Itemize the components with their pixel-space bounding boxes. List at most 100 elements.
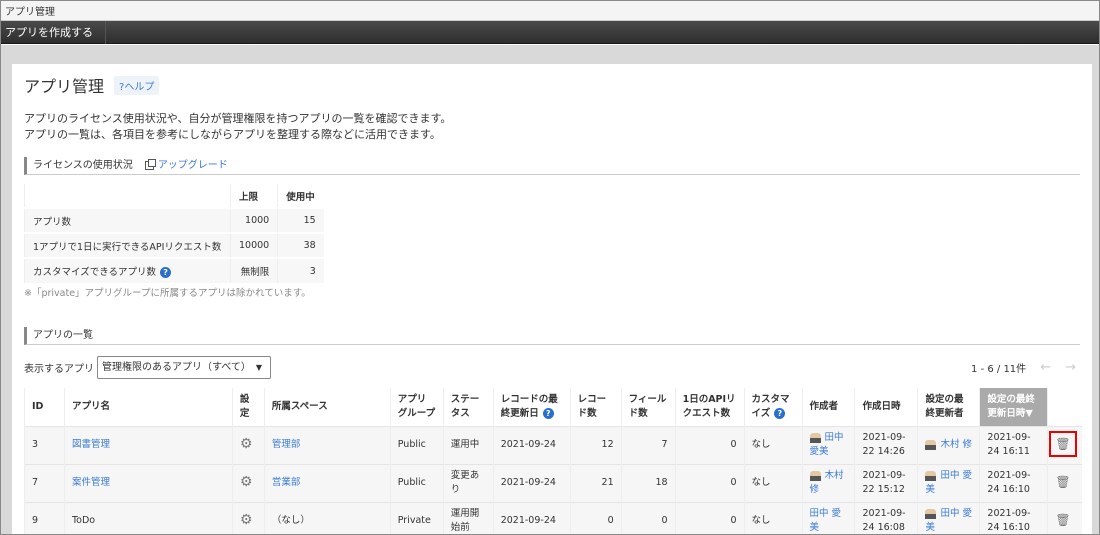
gear-icon[interactable]: ⚙ xyxy=(240,512,253,528)
trash-icon[interactable]: 🗑 xyxy=(1055,513,1070,527)
cell-record-updated: 2021-09-24 xyxy=(492,425,571,464)
apps-table: ID アプリ名 設定 所属スペース アプリグループ ステータス レコードの最終更… xyxy=(24,388,1082,534)
license-note: ※「private」アプリグループに所属するアプリは除かれています。 xyxy=(24,288,311,299)
help-question-icon[interactable]: ? xyxy=(160,267,172,278)
cell-setting-updater: 田中 愛美 xyxy=(917,501,980,534)
cell-created: 2021-09-24 16:08 xyxy=(854,501,918,534)
help-question-icon[interactable]: ? xyxy=(542,407,554,419)
license-col-used: 使用中 xyxy=(277,184,324,208)
space-link[interactable]: 管理部 xyxy=(272,439,301,450)
cell-record-updated: 2021-09-24 xyxy=(492,501,571,534)
license-limit: 10000 xyxy=(229,232,278,258)
cell-group: Public xyxy=(389,425,444,464)
app-filter-select[interactable]: 管理権限のあるアプリ（すべて） ▼ xyxy=(97,355,271,379)
page-description: アプリのライセンス使用状況や、自分が管理権限を持つアプリの一覧を確認できます。 … xyxy=(24,111,1080,143)
help-question-icon[interactable]: ? xyxy=(774,407,786,419)
create-app-button[interactable]: アプリを作成する xyxy=(1,21,106,44)
description-line-2: アプリの一覧は、各項目を参考にしながらアプリを整理する際などに活用できます。 xyxy=(24,128,441,141)
cell-customize: なし xyxy=(743,425,803,464)
cell-id: 9 xyxy=(24,501,65,534)
cell-records: 12 xyxy=(569,425,622,464)
license-section-header: ライセンスの使用状況 アップグレード xyxy=(24,157,1080,175)
license-limit: 1000 xyxy=(229,207,278,233)
cell-creator: 木村 修 xyxy=(801,463,855,502)
license-header-row: 上限 使用中 xyxy=(24,184,324,208)
upgrade-link[interactable]: アップグレード xyxy=(144,158,228,174)
table-row: 7 案件管理 ⚙ 営業部 Public 変更あり 2021-09-24 21 1… xyxy=(24,463,1082,502)
table-row: 9 ToDo ⚙ （なし） Private 運用開始前 2021-09-24 0… xyxy=(24,501,1082,534)
cell-app-name[interactable]: ToDo xyxy=(63,501,233,534)
cell-space: 営業部 xyxy=(263,463,391,502)
trash-icon[interactable]: 🗑 xyxy=(1049,431,1077,457)
license-used: 38 xyxy=(277,232,324,258)
cell-id: 7 xyxy=(24,463,65,502)
license-col-limit: 上限 xyxy=(229,184,278,208)
col-space[interactable]: 所属スペース xyxy=(263,388,391,426)
filter-label: 表示するアプリ xyxy=(24,363,94,375)
cell-setting-updater: 木村 修 xyxy=(917,425,980,464)
col-app-name[interactable]: アプリ名 xyxy=(63,388,233,426)
trash-icon[interactable]: 🗑 xyxy=(1055,475,1070,489)
col-creator[interactable]: 作成者 xyxy=(801,388,855,426)
cell-settings: ⚙ xyxy=(231,463,265,502)
col-setting-updated[interactable]: 設定の最終更新日時▼ xyxy=(979,388,1048,426)
col-record-updated[interactable]: レコードの最終更新日? xyxy=(492,388,571,426)
cell-app-name: 図書管理 xyxy=(63,425,233,464)
app-name-link[interactable]: 図書管理 xyxy=(72,439,110,450)
prev-page-icon[interactable]: ← xyxy=(1040,360,1051,375)
cell-space: 管理部 xyxy=(263,425,391,464)
cell-actions: 🗑 xyxy=(1047,501,1082,534)
main-panel: アプリ管理 ?ヘルプ アプリのライセンス使用状況や、自分が管理権限を持つアプリの… xyxy=(12,64,1092,534)
cell-actions: 🗑 xyxy=(1047,425,1082,464)
help-link[interactable]: ?ヘルプ xyxy=(114,75,160,95)
table-row: 3 図書管理 ⚙ 管理部 Public 運用中 2021-09-24 12 7 … xyxy=(24,425,1082,464)
cell-status: 運用中 xyxy=(442,425,494,464)
content-background: アプリ管理 ?ヘルプ アプリのライセンス使用状況や、自分が管理権限を持つアプリの… xyxy=(1,45,1099,534)
apps-header-row: ID アプリ名 設定 所属スペース アプリグループ ステータス レコードの最終更… xyxy=(24,388,1082,426)
avatar xyxy=(925,470,937,481)
gear-icon[interactable]: ⚙ xyxy=(240,436,253,452)
toolbar: アプリを作成する xyxy=(1,21,1099,44)
space-link[interactable]: 営業部 xyxy=(272,477,301,488)
col-status[interactable]: ステータス xyxy=(442,388,494,426)
col-actions xyxy=(1047,388,1082,426)
col-fields[interactable]: フィールド数 xyxy=(620,388,676,426)
cell-creator: 田中 愛美 xyxy=(801,501,855,534)
license-col-name xyxy=(24,184,231,208)
gear-icon[interactable]: ⚙ xyxy=(240,474,253,490)
cell-created: 2021-09-22 15:12 xyxy=(854,463,918,502)
col-customize[interactable]: カスタマイズ? xyxy=(743,388,803,426)
cell-id: 3 xyxy=(24,425,65,464)
license-used: 3 xyxy=(277,257,324,283)
cell-status: 変更あり xyxy=(442,463,494,502)
page-header: アプリ管理 ?ヘルプ xyxy=(24,74,1080,96)
cell-customize: なし xyxy=(743,463,803,502)
app-name-link[interactable]: 案件管理 xyxy=(72,477,110,488)
license-name: カスタマイズできるアプリ数 xyxy=(33,267,157,278)
cell-fields: 0 xyxy=(620,501,676,534)
col-app-group[interactable]: アプリグループ xyxy=(389,388,444,426)
cell-records: 0 xyxy=(569,501,622,534)
cell-created: 2021-09-22 14:26 xyxy=(854,425,918,464)
col-api[interactable]: 1日のAPIリクエスト数 xyxy=(674,388,745,426)
cell-fields: 18 xyxy=(620,463,676,502)
col-created[interactable]: 作成日時 xyxy=(854,388,918,426)
col-records[interactable]: レコード数 xyxy=(569,388,622,426)
creator-link[interactable]: 田中 愛美 xyxy=(810,508,842,533)
cell-records: 21 xyxy=(569,463,622,502)
license-row: 1アプリで1日に実行できるAPIリクエスト数 10000 38 xyxy=(24,232,324,258)
col-setting-updater[interactable]: 設定の最終更新者 xyxy=(917,388,980,426)
col-id[interactable]: ID xyxy=(24,388,65,426)
cell-group: Public xyxy=(389,463,444,502)
cell-api: 0 xyxy=(674,501,745,534)
sort-desc-icon: ▼ xyxy=(1025,407,1033,419)
cell-api: 0 xyxy=(674,425,745,464)
updater-link[interactable]: 木村 修 xyxy=(940,439,972,450)
apps-section-header: アプリの一覧 xyxy=(24,327,1080,345)
description-line-1: アプリのライセンス使用状況や、自分が管理権限を持つアプリの一覧を確認できます。 xyxy=(24,112,452,125)
external-window-icon xyxy=(144,159,156,170)
next-page-icon[interactable]: → xyxy=(1065,360,1076,375)
col-settings: 設定 xyxy=(231,388,265,426)
avatar xyxy=(925,508,937,519)
pager: 1 - 6 / 11件 ← → xyxy=(971,360,1080,375)
